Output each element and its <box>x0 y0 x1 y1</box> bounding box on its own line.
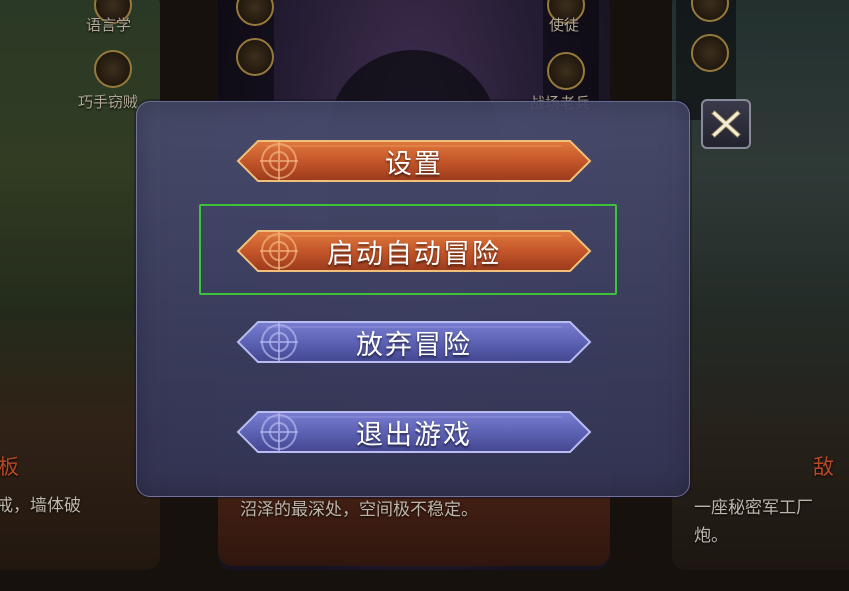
settings-label: 设置 <box>385 148 443 180</box>
close-button[interactable] <box>701 99 751 149</box>
abandon-adventure-button[interactable]: 放弃冒险 <box>236 318 592 366</box>
settings-button[interactable]: 设置 <box>236 137 592 185</box>
exit-game-label: 退出游戏 <box>356 419 472 451</box>
close-x-icon <box>711 110 741 138</box>
start-auto-adventure-button[interactable]: 启动自动冒险 <box>236 227 592 275</box>
abandon-adventure-label: 放弃冒险 <box>356 329 472 361</box>
exit-game-button[interactable]: 退出游戏 <box>236 408 592 456</box>
start-auto-adventure-label: 启动自动冒险 <box>327 238 501 270</box>
